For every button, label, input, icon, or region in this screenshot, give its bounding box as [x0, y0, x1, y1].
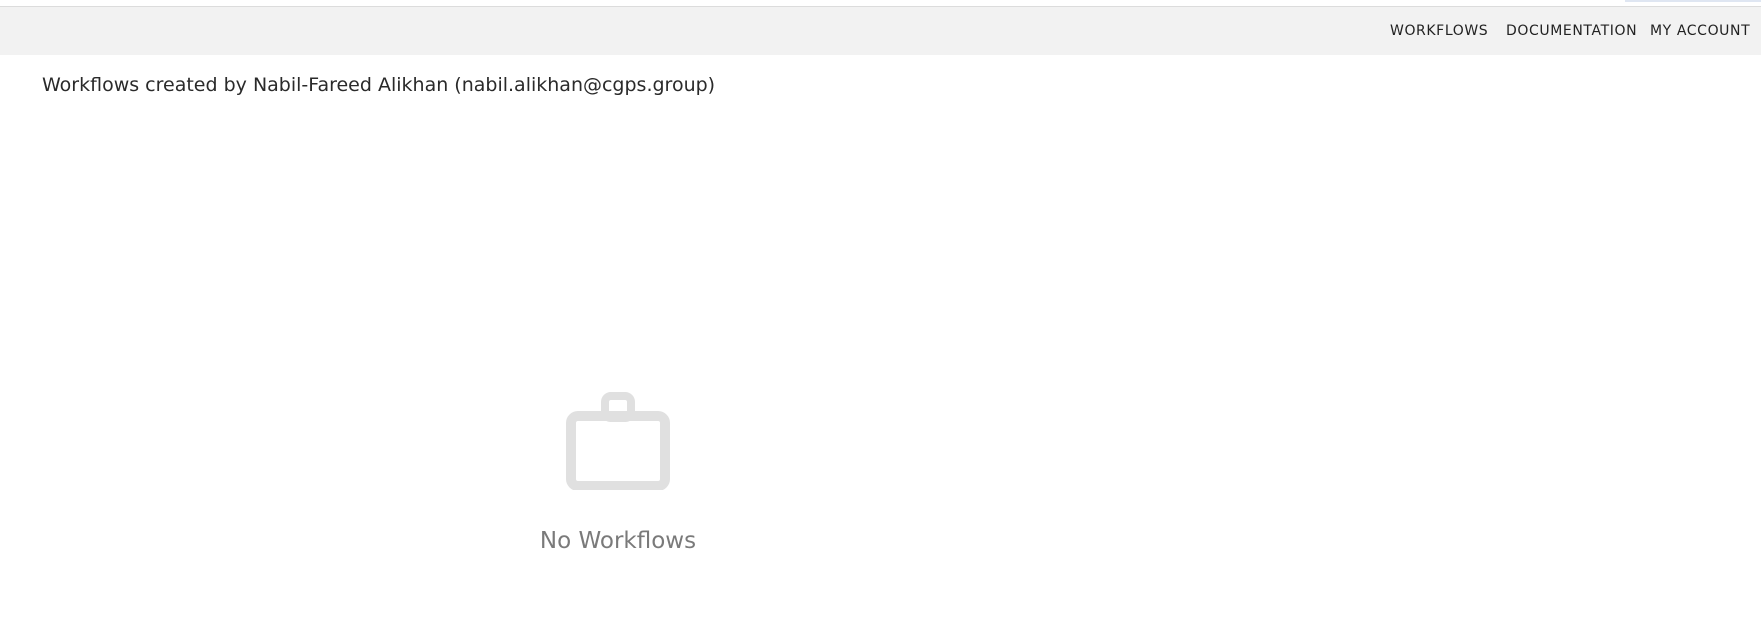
nav-my-account[interactable]: MY ACCOUNT: [1650, 7, 1750, 55]
top-navbar: WORKFLOWS DOCUMENTATION MY ACCOUNT: [0, 7, 1761, 55]
top-border: [0, 0, 1761, 7]
nav-documentation[interactable]: DOCUMENTATION: [1506, 7, 1637, 55]
top-accent-bar: [1625, 0, 1761, 2]
empty-state-text: No Workflows: [539, 528, 697, 554]
page-title: Workflows created by Nabil-Fareed Alikha…: [42, 74, 716, 96]
briefcase-icon: [566, 392, 670, 491]
nav-workflows[interactable]: WORKFLOWS: [1390, 7, 1488, 55]
